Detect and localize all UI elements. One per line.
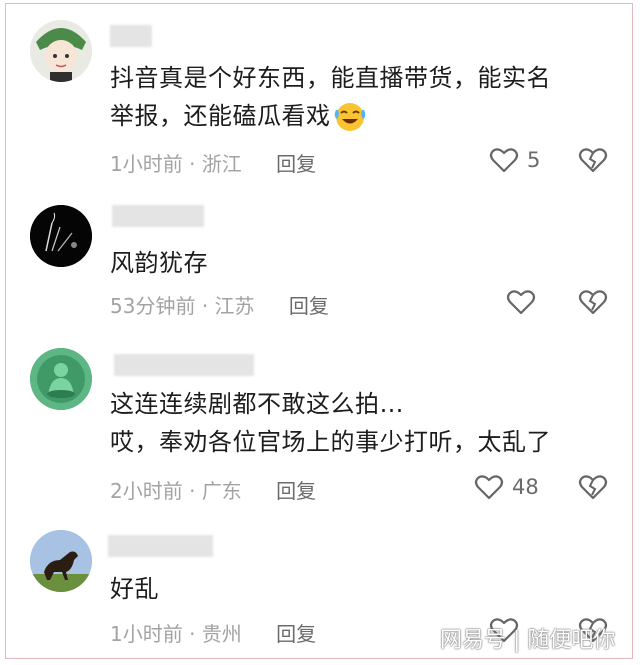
comment-meta: 1小时前 · 贵州 回复 <box>110 618 316 647</box>
like-button[interactable] <box>506 288 544 316</box>
heart-icon <box>506 290 536 315</box>
heart-icon <box>474 475 504 500</box>
comment-line: 哎，奉劝各位官场上的事少打听，太乱了 <box>110 428 551 456</box>
avatar[interactable] <box>30 205 92 267</box>
username-blurred[interactable] <box>108 535 213 557</box>
comment-text: 这连连续剧都不敢这么拍… 哎，奉劝各位官场上的事少打听，太乱了 <box>110 385 551 461</box>
comment-time: 2小时前 <box>110 479 183 503</box>
comment-text: 好乱 <box>110 570 159 608</box>
separator: · <box>189 152 196 176</box>
dark-feather-avatar-icon <box>30 205 92 267</box>
broken-heart-icon <box>578 475 608 500</box>
comment-time: 53分钟前 <box>110 294 196 318</box>
dislike-button[interactable] <box>578 146 608 178</box>
comment-meta: 53分钟前 · 江苏 回复 <box>110 290 329 319</box>
username-blurred[interactable] <box>110 25 152 47</box>
separator: · <box>189 622 196 646</box>
comment-text: 抖音真是个好东西，能直播带货，能实名 举报，还能磕瓜看戏 <box>110 59 551 135</box>
separator: · <box>189 479 196 503</box>
dislike-button[interactable] <box>578 288 608 320</box>
broken-heart-icon <box>578 148 608 173</box>
comment-location: 浙江 <box>201 152 242 176</box>
reply-button[interactable]: 回复 <box>276 152 316 176</box>
comment-meta: 1小时前 · 浙江 回复 <box>110 148 316 177</box>
like-count: 48 <box>512 475 539 499</box>
comment-location: 广东 <box>201 479 242 503</box>
comment-line: 这连连续剧都不敢这么拍… <box>110 390 404 418</box>
heart-icon <box>489 148 519 173</box>
like-count: 5 <box>527 148 541 172</box>
laughing-crying-emoji-icon <box>334 103 365 131</box>
comment-line: 风韵犹存 <box>110 249 208 277</box>
reply-button[interactable]: 回复 <box>276 479 316 503</box>
broken-heart-icon <box>578 290 608 315</box>
reply-button[interactable]: 回复 <box>276 622 316 646</box>
comment-time: 1小时前 <box>110 152 183 176</box>
jade-buddha-avatar-icon <box>30 348 92 410</box>
avatar[interactable] <box>30 530 92 592</box>
comment-location: 贵州 <box>201 622 242 646</box>
cartoon-avatar-icon <box>30 20 92 82</box>
separator: · <box>201 294 209 318</box>
comment-line: 好乱 <box>110 575 159 603</box>
comment-text: 风韵犹存 <box>110 244 208 282</box>
avatar[interactable] <box>30 20 92 82</box>
dislike-button[interactable] <box>578 473 608 505</box>
avatar[interactable] <box>30 348 92 410</box>
username-blurred[interactable] <box>112 205 204 227</box>
comment-line: 抖音真是个好东西，能直播带货，能实名 <box>110 64 551 92</box>
reply-button[interactable]: 回复 <box>289 294 329 318</box>
comment-location: 江苏 <box>214 294 255 318</box>
comment-line-text: 举报，还能磕瓜看戏 <box>110 102 331 130</box>
comment-time: 1小时前 <box>110 622 183 646</box>
watermark-text: 网易号 | 随便吧你 <box>440 628 616 653</box>
like-button[interactable]: 5 <box>489 146 540 174</box>
username-blurred[interactable] <box>114 354 254 376</box>
like-button[interactable]: 48 <box>474 473 539 501</box>
comment-meta: 2小时前 · 广东 回复 <box>110 475 316 504</box>
horse-avatar-icon <box>30 530 92 592</box>
comment-line: 举报，还能磕瓜看戏 <box>110 97 551 135</box>
